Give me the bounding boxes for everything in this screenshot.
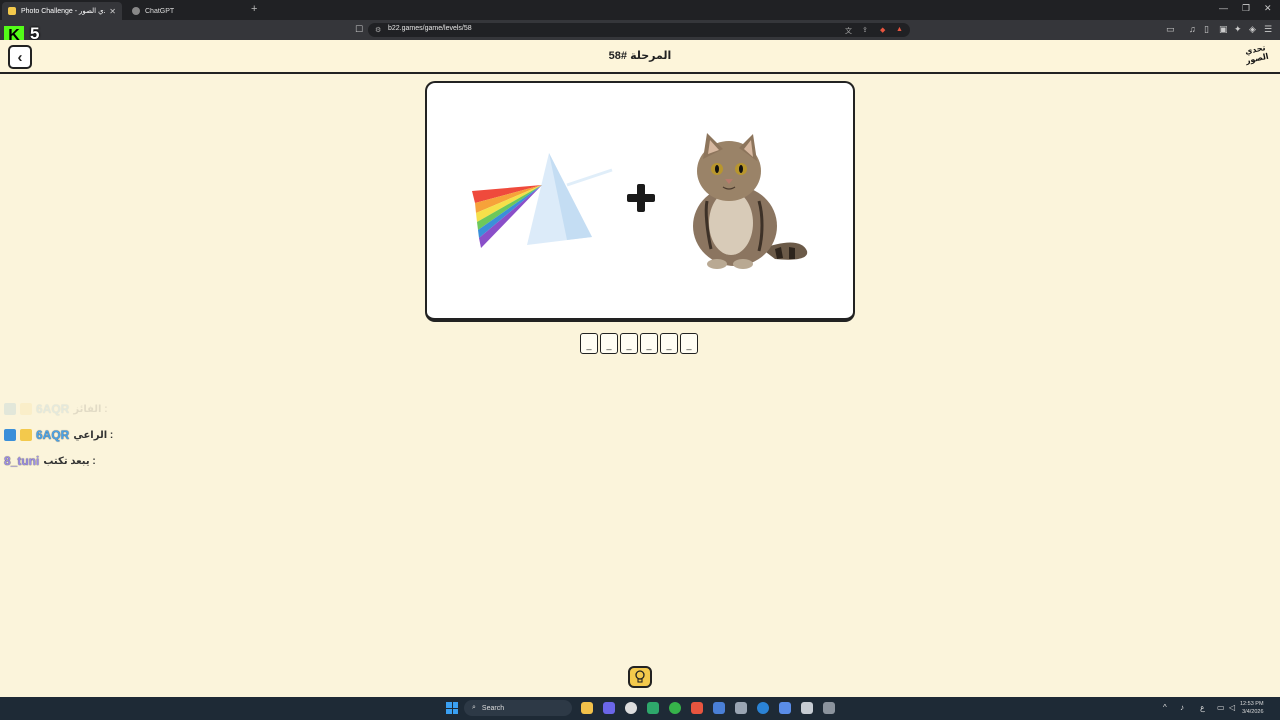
chat-label: يبعد تكتب : xyxy=(43,455,96,467)
menu-icon[interactable]: ☰ xyxy=(1264,24,1272,35)
url-field[interactable]: ⚙ b22.games/game/levels/58 文 ⇪ ◆ ▲ xyxy=(368,23,910,37)
puzzle-card xyxy=(425,81,855,322)
tools-icon[interactable] xyxy=(735,702,747,714)
share-icon[interactable]: ⇪ xyxy=(862,26,868,34)
taskbar-clock[interactable]: 12:53 PM 3/4/2026 xyxy=(1240,700,1264,716)
file-explorer-icon[interactable] xyxy=(581,702,593,714)
answer-slot[interactable]: _ xyxy=(580,333,598,354)
answer-slot[interactable]: _ xyxy=(620,333,638,354)
brave-browser-icon[interactable] xyxy=(691,702,703,714)
xbox-icon[interactable] xyxy=(669,702,681,714)
sidebar-icon[interactable]: ▯ xyxy=(1204,24,1209,35)
answer-slots: _ _ _ _ _ _ xyxy=(580,333,698,355)
close-tab-icon[interactable]: ✕ xyxy=(109,7,116,16)
photo-challenge-favicon-icon xyxy=(8,7,16,15)
tabs-icon[interactable]: ▣ xyxy=(1219,24,1228,35)
answer-slot[interactable]: _ xyxy=(640,333,658,354)
chat-line: 8_tuni يبعد تكتب : xyxy=(4,448,113,474)
answer-slot[interactable]: _ xyxy=(660,333,678,354)
app-icon[interactable] xyxy=(801,702,813,714)
crown-badge-icon xyxy=(20,403,32,415)
search-icon: ⌕ xyxy=(472,704,476,711)
chat-line: 6AQR الراعي : xyxy=(4,422,113,448)
wallet-icon[interactable]: ◈ xyxy=(1249,24,1256,35)
microphone-icon[interactable]: ♪ xyxy=(1180,703,1184,712)
media-icon[interactable]: ♫ xyxy=(1189,24,1196,34)
tab-photo-challenge[interactable]: Photo Challenge - تحدي الصور ✕ xyxy=(2,2,122,20)
cat-image xyxy=(693,133,808,269)
game-header: ‹ المرحلة #58 تحدي الصور xyxy=(0,40,1280,74)
ai-icon[interactable]: ✦ xyxy=(1234,24,1242,35)
taskbar-search[interactable]: ⌕ Search xyxy=(464,700,572,716)
discord-icon[interactable] xyxy=(603,702,615,714)
plus-icon xyxy=(625,182,657,214)
new-tab-icon[interactable]: + xyxy=(251,3,257,15)
chatgpt-app-icon[interactable] xyxy=(625,702,637,714)
chat-username: 8_tuni xyxy=(4,454,40,468)
bookmark-icon[interactable]: ☐ xyxy=(355,24,363,35)
hint-button[interactable] xyxy=(628,666,652,688)
answer-slot[interactable]: _ xyxy=(680,333,698,354)
tab-title: ChatGPT xyxy=(145,7,175,15)
chat-overlay: 6AQR الفائز : 6AQR الراعي : 8_tuni يبعد … xyxy=(4,396,113,474)
clock-time: 12:53 PM xyxy=(1240,701,1264,707)
edge-icon[interactable] xyxy=(757,702,769,714)
app-icon[interactable] xyxy=(779,702,791,714)
browser-tab-bar: Photo Challenge - تحدي الصور ✕ ChatGPT +… xyxy=(0,0,1280,20)
chat-username: 6AQR xyxy=(36,428,70,442)
subscriber-badge-icon xyxy=(4,429,16,441)
url-text: b22.games/game/levels/58 xyxy=(388,25,472,32)
restore-icon[interactable]: ❐ xyxy=(1242,3,1250,14)
clock-date: 3/4/2026 xyxy=(1242,709,1264,715)
translate-icon[interactable]: 文 xyxy=(845,26,852,36)
page-title: المرحلة #58 xyxy=(608,50,672,62)
cast-icon[interactable]: ▭ xyxy=(1166,24,1175,35)
chat-label: الفائز : xyxy=(73,403,108,415)
answer-slot[interactable]: _ xyxy=(600,333,618,354)
chatgpt-favicon-icon xyxy=(132,7,140,15)
security-icon[interactable] xyxy=(713,702,725,714)
site-settings-icon[interactable]: ⚙ xyxy=(375,26,381,34)
chat-username: 6AQR xyxy=(36,402,70,416)
address-bar-row: ☐ ⚙ b22.games/game/levels/58 文 ⇪ ◆ ▲ ▭ ♫… xyxy=(0,20,1280,40)
minimize-icon[interactable]: — xyxy=(1219,3,1228,13)
language-indicator[interactable]: ع xyxy=(1200,703,1205,712)
lightbulb-icon xyxy=(635,670,645,683)
prism-rainbow-image xyxy=(472,153,613,248)
app-icon[interactable] xyxy=(823,702,835,714)
windows-start-icon[interactable] xyxy=(446,702,458,714)
chevron-up-icon[interactable]: ^ xyxy=(1163,703,1167,712)
close-window-icon[interactable]: ✕ xyxy=(1264,3,1272,14)
game-logo[interactable]: تحدي الصور xyxy=(1240,42,1275,74)
windows-taskbar: ⌕ Search ^ ♪ ع ▭ ◁ 12:53 PM 3/4/2026 xyxy=(0,697,1280,720)
brave-shield-icon[interactable]: ◆ xyxy=(880,26,885,34)
chat-label: الراعي : xyxy=(73,429,114,441)
crown-badge-icon xyxy=(20,429,32,441)
tab-title: Photo Challenge - تحدي الصور xyxy=(21,8,105,15)
volume-icon[interactable]: ◁ xyxy=(1229,703,1235,712)
network-icon[interactable]: ▭ xyxy=(1217,703,1225,712)
chat-line: 6AQR الفائز : xyxy=(4,396,113,422)
rewards-icon[interactable]: ▲ xyxy=(896,26,903,33)
subscriber-badge-icon xyxy=(4,403,16,415)
app-icon[interactable] xyxy=(647,702,659,714)
search-placeholder: Search xyxy=(481,704,505,712)
tab-chatgpt[interactable]: ChatGPT xyxy=(126,2,246,20)
